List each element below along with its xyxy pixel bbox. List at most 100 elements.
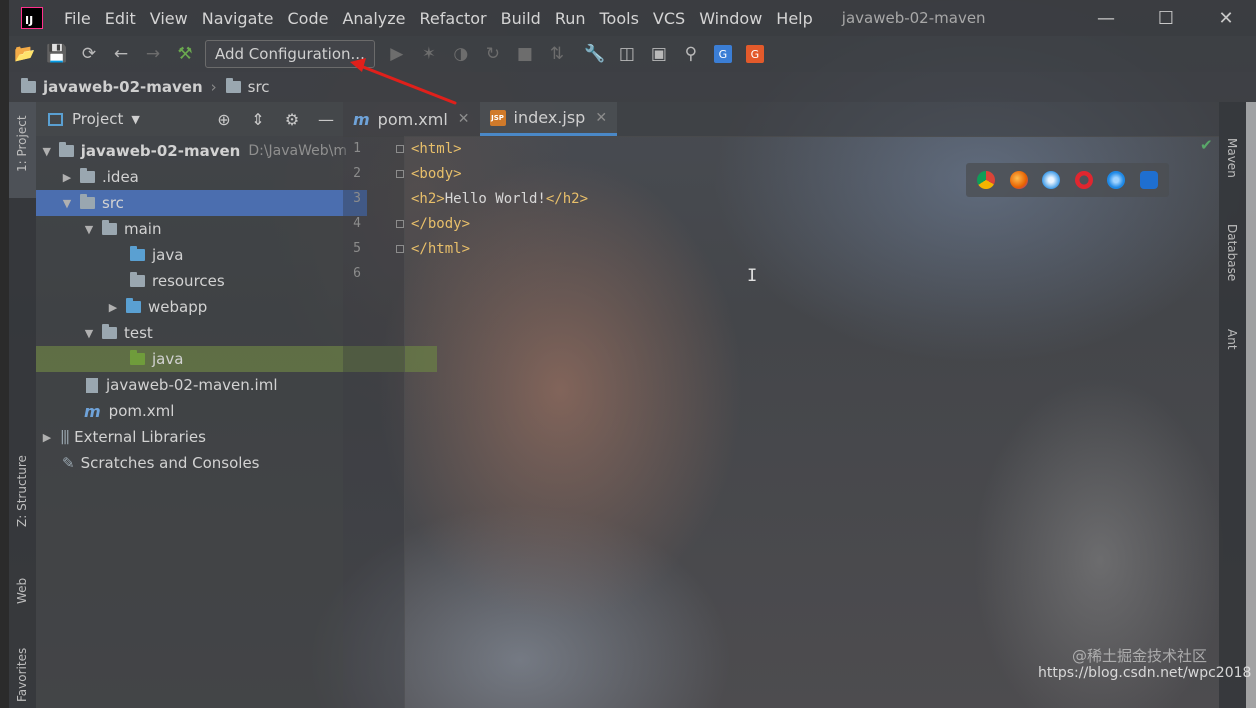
fold-marker-icon[interactable] — [396, 220, 404, 228]
folder-icon — [102, 324, 117, 339]
firefox-icon[interactable] — [1009, 171, 1028, 189]
terminal-window-icon[interactable]: ▣ — [643, 36, 675, 72]
menu-refactor[interactable]: Refactor — [413, 9, 494, 28]
search-icon[interactable]: ⚲ — [675, 36, 707, 72]
code-line-1[interactable]: <html> — [411, 141, 462, 157]
right-edge-strip — [1246, 102, 1256, 708]
window-title: javaweb-02-maven — [841, 9, 986, 27]
expanded-arrow-icon: ▼ — [84, 326, 94, 340]
tab-index-jsp[interactable]: JSP index.jsp ✕ — [479, 102, 618, 136]
code-line-5[interactable]: </html> — [411, 241, 470, 257]
update-icon[interactable]: ⇅ — [541, 36, 573, 72]
collapsed-arrow-icon: ▶ — [62, 170, 72, 184]
tree-item-iml[interactable]: javaweb-02-maven.iml — [36, 372, 393, 398]
chrome-icon[interactable] — [977, 171, 996, 189]
collapse-all-icon[interactable]: ⇕ — [241, 110, 275, 129]
code-line-4[interactable]: </body> — [411, 216, 470, 232]
menu-navigate[interactable]: Navigate — [195, 9, 281, 28]
tree-item-main[interactable]: ▼ main — [36, 216, 389, 242]
code-line-3[interactable]: <h2>Hello World!</h2> — [411, 191, 588, 207]
left-tool-window-bar: 1: Project Z: Structure Web Favorites — [9, 102, 36, 708]
breadcrumb-project[interactable]: javaweb-02-maven — [21, 78, 203, 96]
tab-project-toolwindow[interactable]: 1: Project — [9, 102, 36, 198]
code-line-2[interactable]: <body> — [411, 166, 462, 182]
project-view-selector[interactable]: Project ▼ — [48, 110, 140, 128]
fold-marker-icon[interactable] — [396, 145, 404, 153]
minimize-icon[interactable]: — — [1076, 0, 1136, 36]
tree-item-idea[interactable]: ▶ .idea — [36, 164, 367, 190]
project-icon — [48, 112, 63, 126]
close-icon[interactable]: ✕ — [1196, 0, 1256, 36]
tree-item-external-libraries[interactable]: ▶ ||| External Libraries — [36, 424, 347, 450]
tab-favorites-toolwindow[interactable]: Favorites — [9, 642, 36, 708]
watermark-url: https://blog.csdn.net/wpc2018 — [1038, 665, 1252, 681]
back-arrow-icon[interactable]: ← — [105, 36, 137, 72]
menu-file[interactable]: File — [57, 9, 98, 28]
expanded-arrow-icon: ▼ — [84, 222, 94, 236]
line-number: 3 — [353, 191, 361, 206]
left-edge-strip — [0, 0, 9, 708]
translate-google-icon[interactable]: G — [707, 36, 739, 72]
inspection-ok-check-icon[interactable]: ✔ — [1200, 136, 1213, 154]
sync-icon[interactable]: ⟳ — [73, 36, 105, 72]
tab-database-toolwindow[interactable]: Database — [1219, 202, 1246, 292]
hide-panel-icon[interactable]: — — [309, 110, 343, 129]
forward-arrow-icon[interactable]: → — [137, 36, 169, 72]
tab-ant-toolwindow[interactable]: Ant — [1219, 307, 1246, 357]
project-panel: Project ▼ ⊕ ⇕ ⚙ — ▼ javaweb-02-maven D:\Jav… — [36, 102, 437, 708]
folder-icon — [21, 78, 36, 93]
tree-item-project-root[interactable]: ▼ javaweb-02-maven D:\JavaWeb\m — [36, 138, 347, 164]
build-hammer-icon[interactable]: ⚒ — [169, 36, 201, 72]
project-structure-icon[interactable]: ◫ — [611, 36, 643, 72]
text-cursor-icon: I — [747, 266, 758, 286]
stop-icon[interactable]: ■ — [509, 36, 541, 72]
close-icon[interactable]: ✕ — [595, 110, 607, 126]
tab-structure-toolwindow[interactable]: Z: Structure — [9, 447, 36, 547]
menu-help[interactable]: Help — [769, 9, 819, 28]
translate-alt-icon[interactable]: G — [739, 36, 771, 72]
expanded-arrow-icon: ▼ — [62, 196, 72, 210]
save-all-icon[interactable]: 💾 — [41, 36, 73, 72]
gear-icon[interactable]: ⚙ — [275, 110, 309, 129]
right-tool-window-bar: Maven Database Ant — [1219, 102, 1246, 708]
menu-analyze[interactable]: Analyze — [335, 9, 412, 28]
breadcrumb-src[interactable]: src — [225, 78, 270, 96]
scratches-icon: ✎ — [62, 454, 75, 472]
ide-window: IJ File Edit View Navigate Code Analyze … — [0, 0, 1256, 708]
line-number: 2 — [353, 166, 361, 181]
settings-wrench-icon[interactable]: 🔧 — [579, 36, 611, 72]
locate-target-icon[interactable]: ⊕ — [207, 110, 241, 129]
run-icon[interactable]: ▶ — [381, 36, 413, 72]
chevron-right-icon: › — [210, 78, 217, 96]
tab-maven-toolwindow[interactable]: Maven — [1219, 112, 1246, 192]
tab-web-toolwindow[interactable]: Web — [9, 564, 36, 624]
fold-marker-icon[interactable] — [396, 245, 404, 253]
tree-item-scratches[interactable]: ✎ Scratches and Consoles — [36, 450, 369, 476]
tree-item-test[interactable]: ▼ test — [36, 320, 389, 346]
safari-icon[interactable] — [1042, 171, 1061, 189]
menu-window[interactable]: Window — [692, 9, 769, 28]
debug-icon[interactable]: ✶ — [413, 36, 445, 72]
tab-pom-xml[interactable]: m pom.xml ✕ — [343, 102, 480, 136]
internet-explorer-icon[interactable] — [1107, 171, 1126, 189]
menu-build[interactable]: Build — [494, 9, 548, 28]
close-icon[interactable]: ✕ — [458, 111, 470, 127]
menu-code[interactable]: Code — [281, 9, 336, 28]
open-folder-icon[interactable]: 📂 — [9, 36, 41, 72]
add-configuration-button[interactable]: Add Configuration... — [205, 40, 375, 68]
tree-item-src[interactable]: ▼ src — [36, 190, 367, 216]
maven-file-icon: m — [353, 109, 370, 129]
fold-marker-icon[interactable] — [396, 170, 404, 178]
coverage-icon[interactable]: ◑ — [445, 36, 477, 72]
menu-view[interactable]: View — [143, 9, 195, 28]
browser-preview-bar — [966, 163, 1169, 197]
menu-vcs[interactable]: VCS — [646, 9, 692, 28]
menu-edit[interactable]: Edit — [98, 9, 143, 28]
profile-icon[interactable]: ↻ — [477, 36, 509, 72]
menu-run[interactable]: Run — [548, 9, 593, 28]
edge-icon[interactable] — [1139, 171, 1158, 189]
menu-tools[interactable]: Tools — [593, 9, 646, 28]
tree-item-pom[interactable]: m pom.xml — [36, 398, 391, 424]
maximize-icon[interactable]: ☐ — [1136, 0, 1196, 36]
opera-icon[interactable] — [1074, 171, 1093, 189]
